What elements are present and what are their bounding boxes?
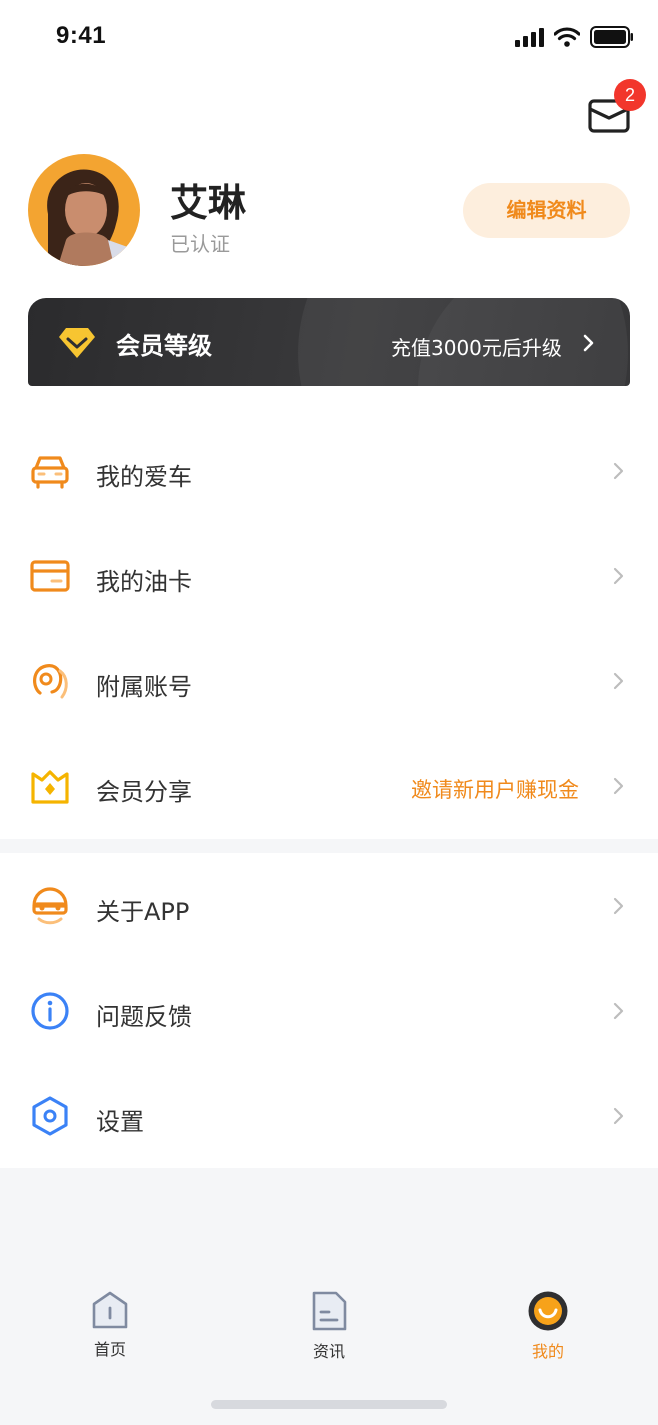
vip-card[interactable]: 会员等级 充值3000元后升级 (28, 298, 630, 386)
menu-item-member-share[interactable]: 会员分享 邀请新用户赚现金 (0, 734, 658, 839)
profile-icon (528, 1291, 568, 1331)
chevron-right-icon (613, 672, 624, 690)
section-divider (0, 839, 658, 853)
tab-home[interactable]: 首页 (70, 1290, 150, 1365)
chevron-right-icon (613, 462, 624, 480)
tab-mine[interactable]: 我的 (508, 1290, 588, 1365)
info-icon (31, 992, 69, 1030)
car-icon (31, 456, 69, 489)
menu-item-about-app[interactable]: 关于APP (0, 854, 658, 959)
signal-icon (515, 27, 544, 47)
home-icon (92, 1291, 128, 1329)
menu-label: 问题反馈 (96, 1003, 192, 1031)
menu-item-sub-account[interactable]: 附属账号 (0, 629, 658, 734)
menu-item-settings[interactable]: 设置 (0, 1064, 658, 1169)
vip-title: 会员等级 (116, 332, 212, 360)
chevron-right-icon (613, 567, 624, 585)
status-indicators (515, 26, 634, 48)
chevron-right-icon (613, 897, 624, 915)
menu-label: 附属账号 (96, 673, 192, 701)
chevron-right-icon (613, 777, 624, 795)
vip-upgrade-text: 充值3000元后升级 (391, 336, 562, 360)
home-indicator (211, 1400, 447, 1409)
tab-label: 资讯 (312, 1342, 345, 1361)
status-bar: 9:41 (0, 0, 658, 78)
chevron-right-icon (613, 1002, 624, 1020)
status-time: 9:41 (56, 22, 107, 49)
invite-promo-text: 邀请新用户赚现金 (411, 778, 579, 802)
share-icon (31, 770, 69, 804)
news-icon (312, 1291, 347, 1331)
user-name: 艾琳 (170, 181, 247, 225)
menu-label: 设置 (96, 1108, 144, 1136)
about-icon (32, 887, 68, 925)
menu-label: 关于APP (96, 898, 190, 926)
avatar[interactable] (28, 154, 140, 266)
menu-label: 会员分享 (96, 778, 192, 806)
verified-status: 已认证 (170, 232, 230, 256)
tab-label: 首页 (93, 1340, 126, 1359)
settings-icon (32, 1096, 68, 1136)
sub-account-icon (33, 664, 68, 699)
menu-label: 我的爱车 (96, 463, 192, 491)
diamond-icon (59, 328, 95, 358)
chevron-right-icon (583, 334, 594, 352)
tab-news[interactable]: 资讯 (289, 1290, 369, 1365)
card-icon (30, 560, 70, 592)
menu-item-fuel-card[interactable]: 我的油卡 (0, 524, 658, 629)
wifi-icon (554, 27, 580, 47)
menu-label: 我的油卡 (96, 568, 192, 596)
unread-badge: 2 (614, 79, 646, 111)
tab-label: 我的 (531, 1342, 564, 1361)
edit-profile-button[interactable]: 编辑资料 (463, 183, 630, 238)
battery-icon (590, 26, 633, 48)
chevron-right-icon (613, 1107, 624, 1125)
menu-item-feedback[interactable]: 问题反馈 (0, 959, 658, 1064)
menu-item-my-car[interactable]: 我的爱车 (0, 419, 658, 524)
